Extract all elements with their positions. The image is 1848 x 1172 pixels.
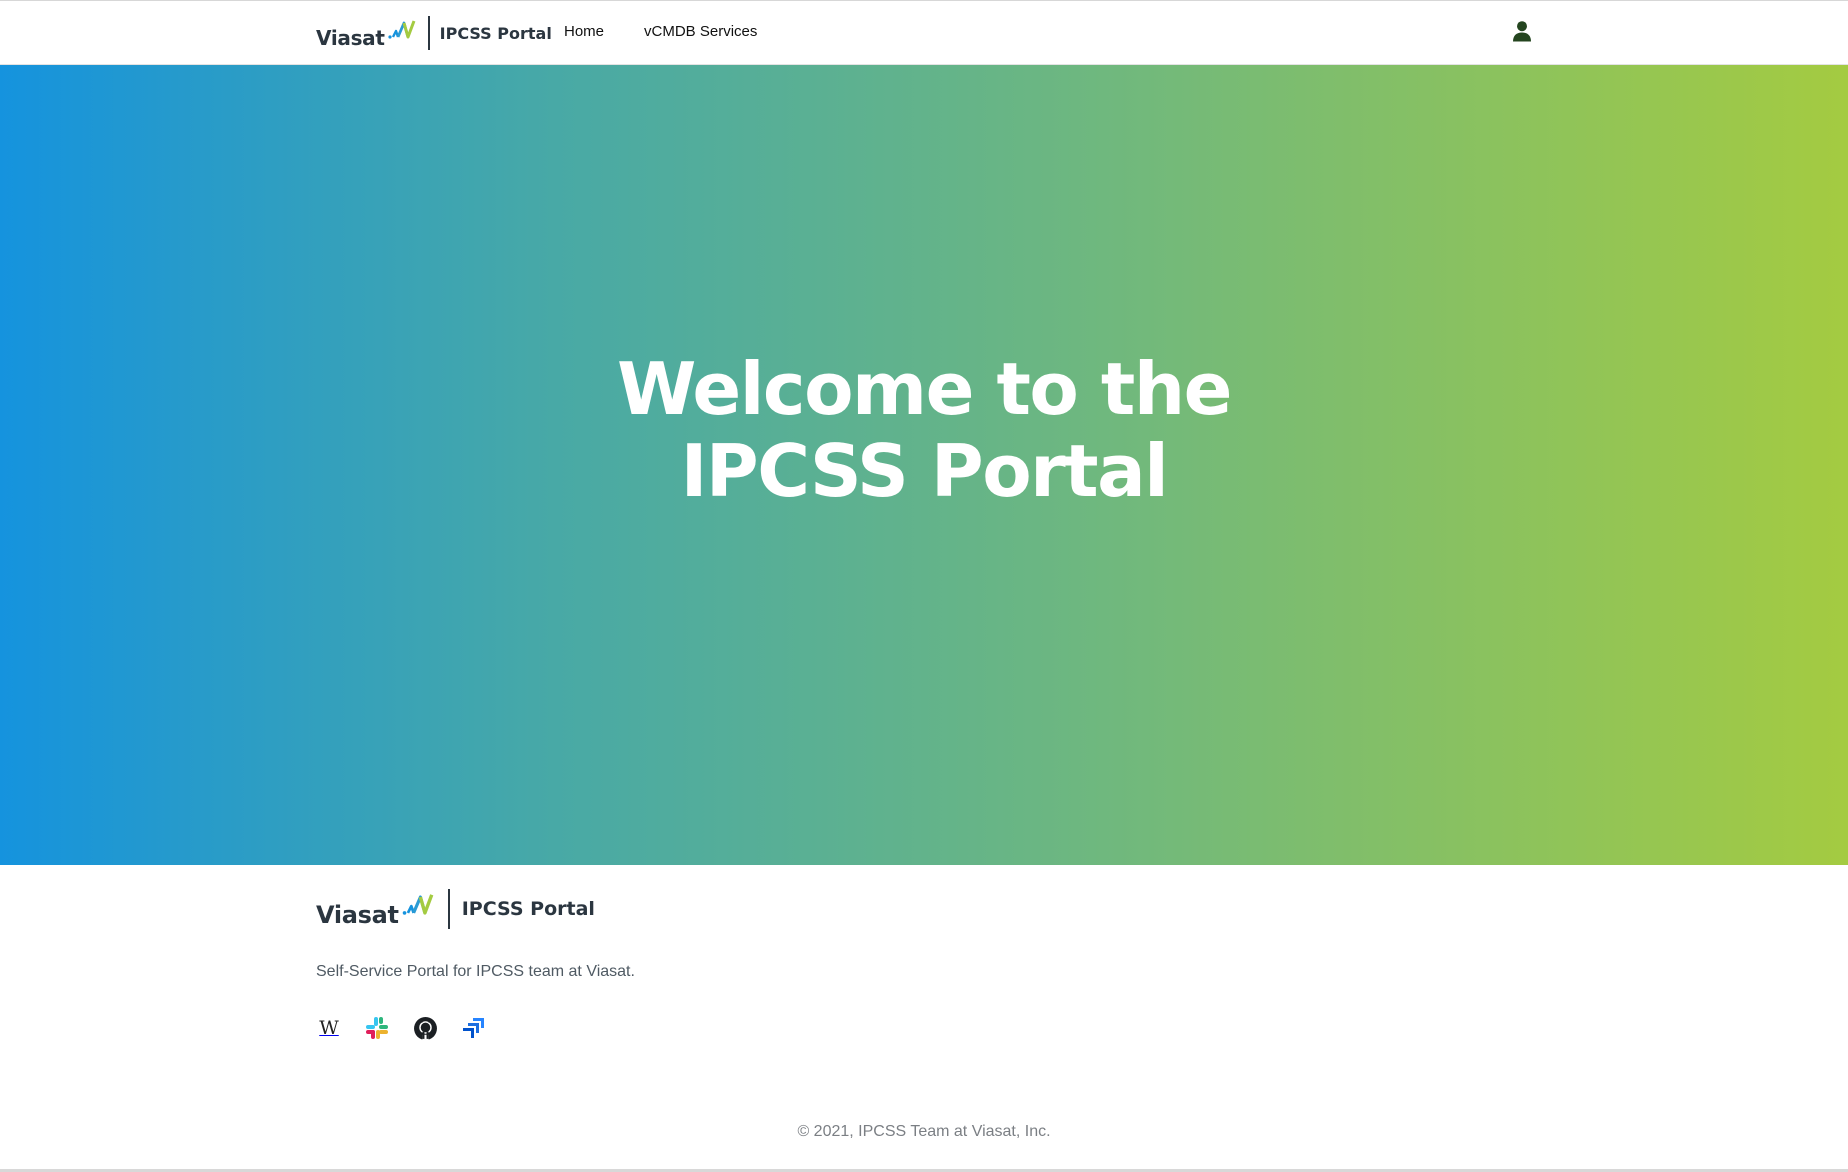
- top-navbar: Viasat IPCSS Portal Home vCMDB Services: [0, 0, 1848, 65]
- footer-brand[interactable]: Viasat IPCSS Portal: [316, 887, 595, 931]
- jira-icon[interactable]: [460, 1015, 486, 1041]
- page: Viasat IPCSS Portal Home vCMDB Services: [0, 0, 1848, 1172]
- footer-tagline: Self-Service Portal for IPCSS team at Vi…: [316, 963, 635, 980]
- footer-viasat-logo: Viasat: [316, 891, 434, 927]
- nav-link-home[interactable]: Home: [564, 23, 604, 40]
- brand-divider: [427, 16, 430, 50]
- footer-logo-text: Viasat: [316, 901, 399, 929]
- github-icon[interactable]: [412, 1015, 438, 1041]
- hero-title: Welcome to the IPCSS Portal: [617, 347, 1232, 513]
- user-menu-button[interactable]: [1510, 17, 1534, 45]
- viasat-logo: Viasat: [316, 18, 416, 48]
- nav-link-vcmdb-services[interactable]: vCMDB Services: [644, 23, 757, 40]
- user-icon: [1513, 20, 1531, 41]
- logo-text: Viasat: [316, 26, 385, 50]
- viasat-mark-icon: [402, 894, 434, 915]
- slack-icon[interactable]: [364, 1015, 390, 1041]
- main-nav: Home vCMDB Services: [564, 23, 757, 40]
- wikipedia-icon[interactable]: W: [316, 1015, 342, 1041]
- footer-portal-title: IPCSS Portal: [461, 898, 595, 920]
- copyright: © 2021, IPCSS Team at Viasat, Inc.: [797, 1123, 1051, 1140]
- viasat-mark-icon: [388, 20, 416, 39]
- portal-title: IPCSS Portal: [439, 23, 552, 43]
- header-brand[interactable]: Viasat IPCSS Portal: [316, 15, 552, 51]
- footer-brand-divider: [447, 889, 450, 929]
- social-links: W: [316, 1015, 486, 1041]
- footer: Viasat IPCSS Portal Self-Service Portal …: [0, 865, 1848, 1172]
- hero-banner: Welcome to the IPCSS Portal: [0, 65, 1848, 865]
